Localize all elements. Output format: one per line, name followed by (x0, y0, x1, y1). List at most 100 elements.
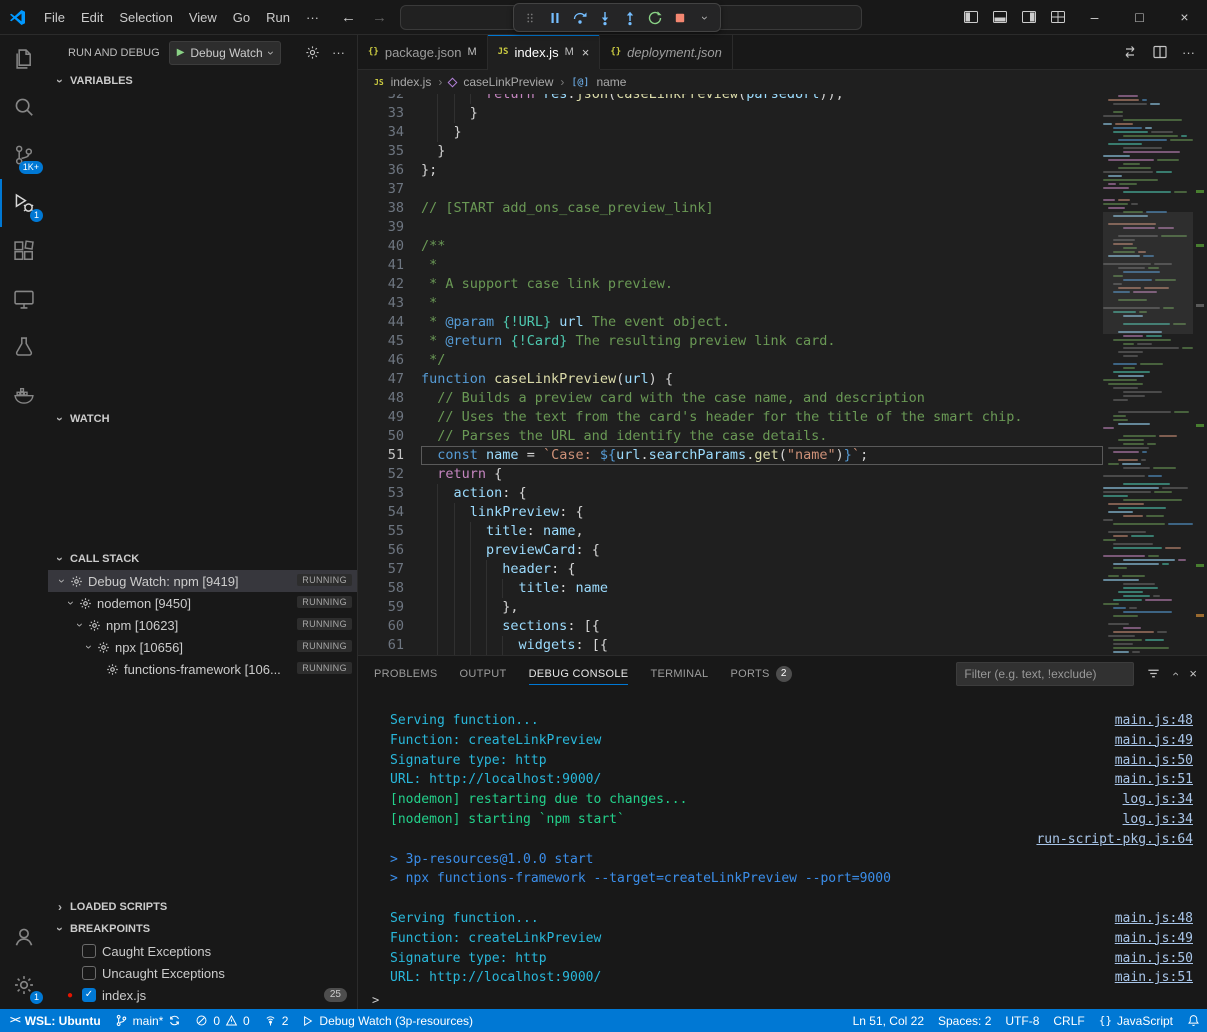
line-number[interactable]: 46 (358, 351, 404, 370)
source-control-icon[interactable]: 1K+ (0, 131, 48, 179)
branch-indicator[interactable]: main* (108, 1009, 189, 1032)
indentation-indicator[interactable]: Spaces: 2 (931, 1009, 998, 1032)
breakpoint-row[interactable]: Caught Exceptions (48, 940, 357, 962)
menu-selection[interactable]: Selection (111, 0, 180, 35)
pause-button[interactable] (542, 5, 567, 30)
filter-icon[interactable] (1146, 666, 1161, 681)
editor-more-actions-icon[interactable]: ··· (1182, 45, 1195, 60)
breadcrumb-file[interactable]: index.js (391, 75, 432, 89)
line-number[interactable]: 47 (358, 370, 404, 389)
docker-icon[interactable] (0, 371, 48, 419)
language-indicator[interactable]: {} JavaScript (1092, 1009, 1180, 1032)
minimize-button[interactable]: – (1072, 0, 1117, 35)
code-line[interactable]: 50 // Parses the URL and identify the ca… (358, 427, 1103, 446)
close-window-button[interactable]: × (1162, 0, 1207, 35)
step-into-button[interactable] (592, 5, 617, 30)
code-line[interactable]: 55 title: name, (358, 522, 1103, 541)
line-number[interactable]: 40 (358, 237, 404, 256)
code-line[interactable]: 33 } (358, 104, 1103, 123)
encoding-indicator[interactable]: UTF-8 (998, 1009, 1046, 1032)
accounts-icon[interactable] (0, 913, 48, 961)
callstack-section-header[interactable]: › CALL STACK (48, 548, 357, 570)
code-line[interactable]: 52 return { (358, 465, 1103, 484)
code-line[interactable]: 48 // Builds a preview card with the cas… (358, 389, 1103, 408)
split-editor-icon[interactable] (1152, 44, 1168, 60)
line-number[interactable]: 56 (358, 541, 404, 560)
source-link[interactable]: main.js:48 (1115, 713, 1193, 733)
code-line[interactable]: 57 header: { (358, 560, 1103, 579)
line-number[interactable]: 39 (358, 218, 404, 237)
tab-index-js[interactable]: JS index.js M × (488, 35, 601, 69)
run-and-debug-icon[interactable]: 1 (0, 179, 48, 227)
breadcrumb-symbol[interactable]: name (596, 75, 626, 89)
toggle-panel-icon[interactable] (985, 0, 1014, 35)
line-number[interactable]: 58 (358, 579, 404, 598)
source-link[interactable]: main.js:50 (1115, 951, 1193, 971)
callstack-row[interactable]: › npm [10623] RUNNING (48, 614, 357, 636)
remote-indicator[interactable]: >< WSL: Ubuntu (0, 1009, 108, 1032)
line-number[interactable]: 55 (358, 522, 404, 541)
tab-ports[interactable]: PORTS2 (730, 656, 791, 691)
console-prompt-icon[interactable]: > (372, 993, 379, 1007)
code-line[interactable]: 42 * A support case link preview. (358, 275, 1103, 294)
console-filter-input[interactable] (956, 662, 1134, 686)
settings-gear-icon[interactable]: 1 (0, 961, 48, 1009)
code-line[interactable]: 39 (358, 218, 1103, 237)
start-debug-icon[interactable]: ▶ (177, 47, 185, 58)
menu-run[interactable]: Run (258, 0, 298, 35)
line-number[interactable]: 51 (358, 446, 404, 465)
line-number[interactable]: 34 (358, 123, 404, 142)
overview-ruler[interactable] (1193, 94, 1207, 655)
breakpoint-row[interactable]: ● ✓ index.js 25 (48, 984, 357, 1006)
customize-layout-icon[interactable] (1043, 0, 1072, 35)
nav-forward-icon[interactable]: → (372, 9, 387, 26)
debug-config-dropdown[interactable]: ▶ Debug Watch › (169, 41, 281, 65)
restart-button[interactable] (642, 5, 667, 30)
line-number[interactable]: 32 (358, 94, 404, 104)
tab-deployment-json[interactable]: {} deployment.json (600, 35, 733, 69)
code-line[interactable]: 51 const name = `Case: ${url.searchParam… (358, 446, 1103, 465)
line-number[interactable]: 44 (358, 313, 404, 332)
line-number[interactable]: 54 (358, 503, 404, 522)
line-number[interactable]: 35 (358, 142, 404, 161)
code-editor[interactable]: 32 return res.json(caseLinkPreview(parse… (358, 94, 1207, 655)
menu-more-icon[interactable]: ··· (298, 0, 327, 35)
maximize-button[interactable]: □ (1117, 0, 1162, 35)
step-over-button[interactable] (567, 5, 592, 30)
code-line[interactable]: 61 widgets: [{ (358, 636, 1103, 655)
callstack-row[interactable]: functions-framework [106... RUNNING (48, 658, 357, 680)
source-link[interactable]: main.js:49 (1115, 931, 1193, 951)
source-link[interactable]: log.js:34 (1123, 792, 1193, 812)
drag-grip-icon[interactable] (517, 5, 542, 30)
nav-back-icon[interactable]: ← (341, 9, 356, 26)
minimap[interactable] (1103, 94, 1193, 655)
code-line[interactable]: 45 * @return {!Card} The resulting previ… (358, 332, 1103, 351)
toggle-secondary-sidebar-icon[interactable] (1014, 0, 1043, 35)
code-line[interactable]: 41 * (358, 256, 1103, 275)
line-number[interactable]: 33 (358, 104, 404, 123)
views-more-icon[interactable]: ··· (332, 45, 345, 60)
breakpoint-checkbox[interactable]: ✓ (82, 988, 96, 1002)
code-line[interactable]: 44 * @param {!URL} url The event object. (358, 313, 1103, 332)
tab-output[interactable]: OUTPUT (460, 656, 507, 691)
stop-button[interactable] (667, 5, 692, 30)
code-line[interactable]: 46 */ (358, 351, 1103, 370)
line-number[interactable]: 61 (358, 636, 404, 655)
code-line[interactable]: 58 title: name (358, 579, 1103, 598)
tab-package-json[interactable]: {} package.json M (358, 35, 488, 69)
line-number[interactable]: 59 (358, 598, 404, 617)
breakpoint-row[interactable]: Uncaught Exceptions (48, 962, 357, 984)
close-tab-icon[interactable]: × (582, 45, 590, 60)
line-number[interactable]: 43 (358, 294, 404, 313)
code-line[interactable]: 59 }, (358, 598, 1103, 617)
code-line[interactable]: 36}; (358, 161, 1103, 180)
breakpoint-checkbox[interactable] (82, 944, 96, 958)
problems-indicator[interactable]: 0 0 (188, 1009, 256, 1032)
line-number[interactable]: 42 (358, 275, 404, 294)
source-link[interactable]: main.js:51 (1115, 772, 1193, 792)
source-link[interactable]: log.js:34 (1123, 812, 1193, 832)
code-line[interactable]: 49 // Uses the text from the card's head… (358, 408, 1103, 427)
code-line[interactable]: 56 previewCard: { (358, 541, 1103, 560)
line-number[interactable]: 60 (358, 617, 404, 636)
breadcrumb-symbol[interactable]: caseLinkPreview (463, 75, 553, 89)
